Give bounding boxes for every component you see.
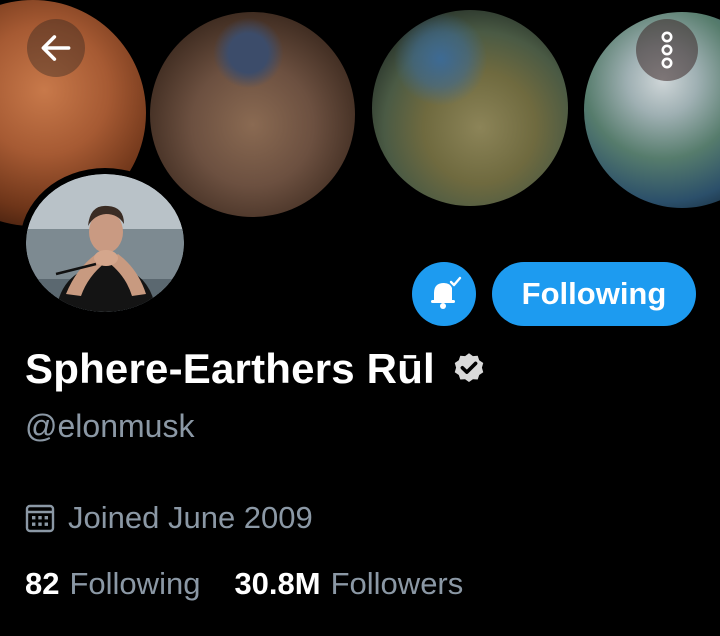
display-name: Sphere-Earthers Rūl — [25, 345, 435, 392]
banner-planet-3 — [372, 10, 568, 206]
followers-count: 30.8M — [234, 566, 321, 601]
arrow-left-icon — [41, 35, 71, 61]
joined-row: Joined June 2009 — [25, 500, 313, 536]
more-vertical-icon — [661, 31, 673, 69]
user-handle: @elonmusk — [25, 408, 195, 444]
following-count: 82 — [25, 566, 60, 601]
notifications-button[interactable] — [412, 262, 476, 326]
back-button[interactable] — [27, 19, 85, 77]
follow-stats: 82 Following 30.8M Followers — [25, 566, 463, 602]
following-label: Following — [69, 566, 201, 601]
verified-badge-icon — [454, 353, 484, 383]
name-row: Sphere-Earthers Rūl — [25, 345, 487, 393]
avatar-photo — [26, 174, 184, 312]
following-button[interactable]: Following — [492, 262, 696, 326]
avatar[interactable] — [20, 168, 190, 318]
bell-check-icon — [431, 276, 462, 309]
followers-label: Followers — [330, 566, 464, 601]
more-options-button[interactable] — [636, 19, 698, 81]
followers-stat[interactable]: 30.8M Followers — [234, 566, 463, 602]
banner-planet-2 — [150, 12, 355, 217]
joined-date: Joined June 2009 — [68, 500, 313, 535]
following-stat[interactable]: 82 Following — [25, 566, 200, 602]
person-illustration — [26, 174, 184, 312]
calendar-icon — [25, 504, 55, 533]
